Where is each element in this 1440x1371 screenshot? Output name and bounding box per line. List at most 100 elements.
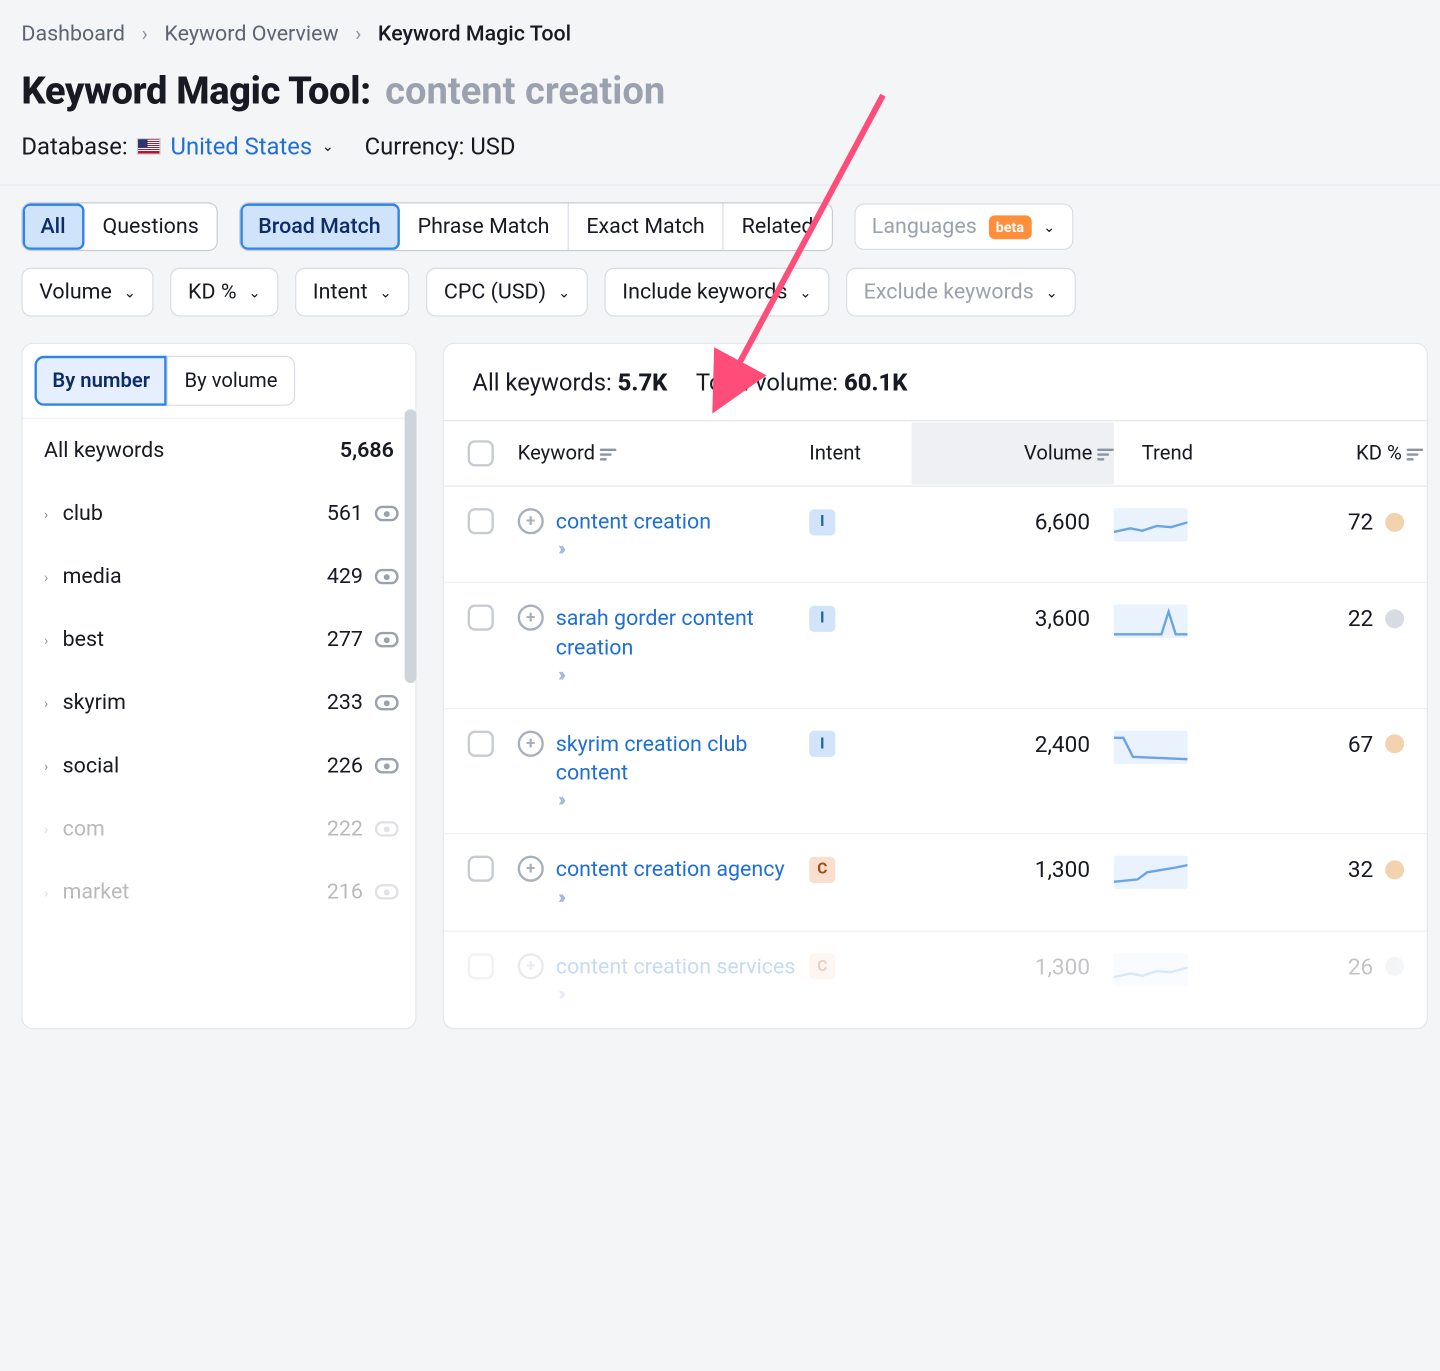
sidebar-item-com[interactable]: ›com222 bbox=[23, 797, 416, 860]
filter-exclude-keywords[interactable]: Exclude keywords⌄ bbox=[846, 268, 1076, 317]
tab-phrase-match[interactable]: Phrase Match bbox=[400, 203, 569, 249]
table-row: +content creation services››C1,30026 bbox=[444, 932, 1427, 1029]
group-count: 226 bbox=[327, 753, 363, 778]
col-volume[interactable]: Volume bbox=[912, 422, 1114, 484]
eye-icon[interactable] bbox=[375, 695, 399, 710]
more-chevron-icon[interactable]: ›› bbox=[558, 663, 562, 686]
eye-icon[interactable] bbox=[375, 506, 399, 521]
currency-label: Currency: bbox=[365, 132, 465, 161]
col-trend[interactable]: Trend bbox=[1114, 422, 1221, 484]
kd-value: 22 bbox=[1348, 605, 1373, 632]
chevron-right-icon: › bbox=[44, 757, 48, 774]
select-all-checkbox[interactable] bbox=[468, 440, 494, 466]
tab-by-number[interactable]: By number bbox=[35, 356, 167, 406]
eye-icon[interactable] bbox=[375, 758, 399, 773]
filter-cpc[interactable]: CPC (USD)⌄ bbox=[426, 268, 588, 317]
title-label: Keyword Magic Tool: bbox=[21, 68, 370, 113]
chevron-right-icon: › bbox=[44, 694, 48, 711]
group-name: market bbox=[63, 879, 130, 904]
more-chevron-icon[interactable]: ›› bbox=[558, 885, 562, 908]
row-checkbox[interactable] bbox=[468, 953, 494, 979]
add-keyword-icon[interactable]: + bbox=[518, 508, 544, 534]
crumb-keyword-overview[interactable]: Keyword Overview bbox=[164, 21, 338, 46]
scrollbar[interactable] bbox=[405, 409, 417, 683]
add-keyword-icon[interactable]: + bbox=[518, 856, 544, 882]
sidebar-item-social[interactable]: ›social226 bbox=[23, 734, 416, 797]
languages-dropdown[interactable]: Languages beta ⌄ bbox=[854, 203, 1073, 249]
total-keywords: 5.7K bbox=[618, 368, 668, 397]
tab-questions[interactable]: Questions bbox=[85, 203, 217, 249]
caret-down-icon: ⌄ bbox=[322, 138, 334, 155]
breadcrumb: Dashboard › Keyword Overview › Keyword M… bbox=[21, 21, 1440, 46]
group-count: 233 bbox=[327, 690, 363, 715]
sidebar-item-best[interactable]: ›best277 bbox=[23, 608, 416, 671]
eye-icon[interactable] bbox=[375, 821, 399, 836]
filter-kd[interactable]: KD %⌄ bbox=[170, 268, 278, 317]
row-checkbox[interactable] bbox=[468, 856, 494, 882]
trend-sparkline bbox=[1114, 508, 1188, 541]
tab-by-volume[interactable]: By volume bbox=[167, 356, 296, 406]
keyword-link[interactable]: skyrim creation club content bbox=[556, 731, 809, 789]
filter-intent[interactable]: Intent⌄ bbox=[295, 268, 409, 317]
volume-value: 1,300 bbox=[1035, 953, 1090, 980]
eye-icon[interactable] bbox=[375, 569, 399, 584]
database-selector[interactable]: United States ⌄ bbox=[171, 132, 334, 161]
eye-icon[interactable] bbox=[375, 632, 399, 647]
kd-dot-icon bbox=[1385, 957, 1404, 976]
intent-badge: C bbox=[809, 857, 835, 883]
chevron-right-icon: › bbox=[44, 568, 48, 585]
more-chevron-icon[interactable]: ›› bbox=[558, 788, 562, 811]
caret-down-icon: ⌄ bbox=[1046, 284, 1058, 301]
trend-sparkline bbox=[1114, 731, 1188, 764]
filter-include-keywords[interactable]: Include keywords⌄ bbox=[604, 268, 829, 317]
add-keyword-icon[interactable]: + bbox=[518, 953, 544, 979]
kd-value: 72 bbox=[1348, 508, 1373, 535]
kd-dot-icon bbox=[1385, 512, 1404, 531]
eye-icon[interactable] bbox=[375, 884, 399, 899]
chevron-right-icon: › bbox=[355, 22, 361, 46]
tab-exact-match[interactable]: Exact Match bbox=[569, 203, 724, 249]
keyword-link[interactable]: content creation agency bbox=[556, 856, 785, 885]
caret-down-icon: ⌄ bbox=[1043, 218, 1055, 235]
keyword-link[interactable]: content creation services bbox=[556, 953, 796, 982]
sidebar-item-media[interactable]: ›media429 bbox=[23, 545, 416, 608]
col-keyword[interactable]: Keyword bbox=[518, 422, 810, 484]
crumb-dashboard[interactable]: Dashboard bbox=[21, 21, 125, 46]
caret-down-icon: ⌄ bbox=[380, 284, 392, 301]
volume-value: 3,600 bbox=[1035, 605, 1090, 632]
caret-down-icon: ⌄ bbox=[558, 284, 570, 301]
tab-all[interactable]: All bbox=[23, 203, 85, 249]
volume-value: 6,600 bbox=[1035, 508, 1090, 535]
sidebar-item-market[interactable]: ›market216 bbox=[23, 860, 416, 923]
sidebar-item-club[interactable]: ›club561 bbox=[23, 482, 416, 545]
database-label: Database: bbox=[21, 132, 127, 161]
group-count: 429 bbox=[327, 564, 363, 589]
filter-volume[interactable]: Volume⌄ bbox=[21, 268, 153, 317]
groups-sidebar: By number By volume All keywords 5,686 ›… bbox=[21, 343, 416, 1030]
keyword-link[interactable]: sarah gorder content creation bbox=[556, 605, 809, 663]
intent-badge: I bbox=[809, 509, 835, 535]
volume-value: 2,400 bbox=[1035, 731, 1090, 758]
tab-broad-match[interactable]: Broad Match bbox=[240, 203, 399, 249]
add-keyword-icon[interactable]: + bbox=[518, 605, 544, 631]
more-chevron-icon[interactable]: ›› bbox=[558, 537, 562, 560]
caret-down-icon: ⌄ bbox=[248, 284, 260, 301]
sidebar-item-skyrim[interactable]: ›skyrim233 bbox=[23, 671, 416, 734]
more-chevron-icon[interactable]: ›› bbox=[558, 982, 562, 1005]
tab-related[interactable]: Related bbox=[724, 203, 832, 249]
row-checkbox[interactable] bbox=[468, 731, 494, 757]
group-count: 561 bbox=[327, 501, 363, 526]
chevron-right-icon: › bbox=[44, 631, 48, 648]
row-checkbox[interactable] bbox=[468, 605, 494, 631]
group-count: 216 bbox=[327, 879, 363, 904]
keyword-link[interactable]: content creation bbox=[556, 508, 711, 537]
kd-dot-icon bbox=[1385, 609, 1404, 628]
chevron-right-icon: › bbox=[142, 22, 148, 46]
col-intent[interactable]: Intent bbox=[809, 422, 911, 484]
volume-value: 1,300 bbox=[1035, 856, 1090, 883]
col-kd[interactable]: KD % bbox=[1221, 422, 1423, 484]
all-keywords-label: All keywords bbox=[44, 438, 164, 463]
row-checkbox[interactable] bbox=[468, 508, 494, 534]
kd-value: 32 bbox=[1348, 856, 1373, 883]
add-keyword-icon[interactable]: + bbox=[518, 731, 544, 757]
